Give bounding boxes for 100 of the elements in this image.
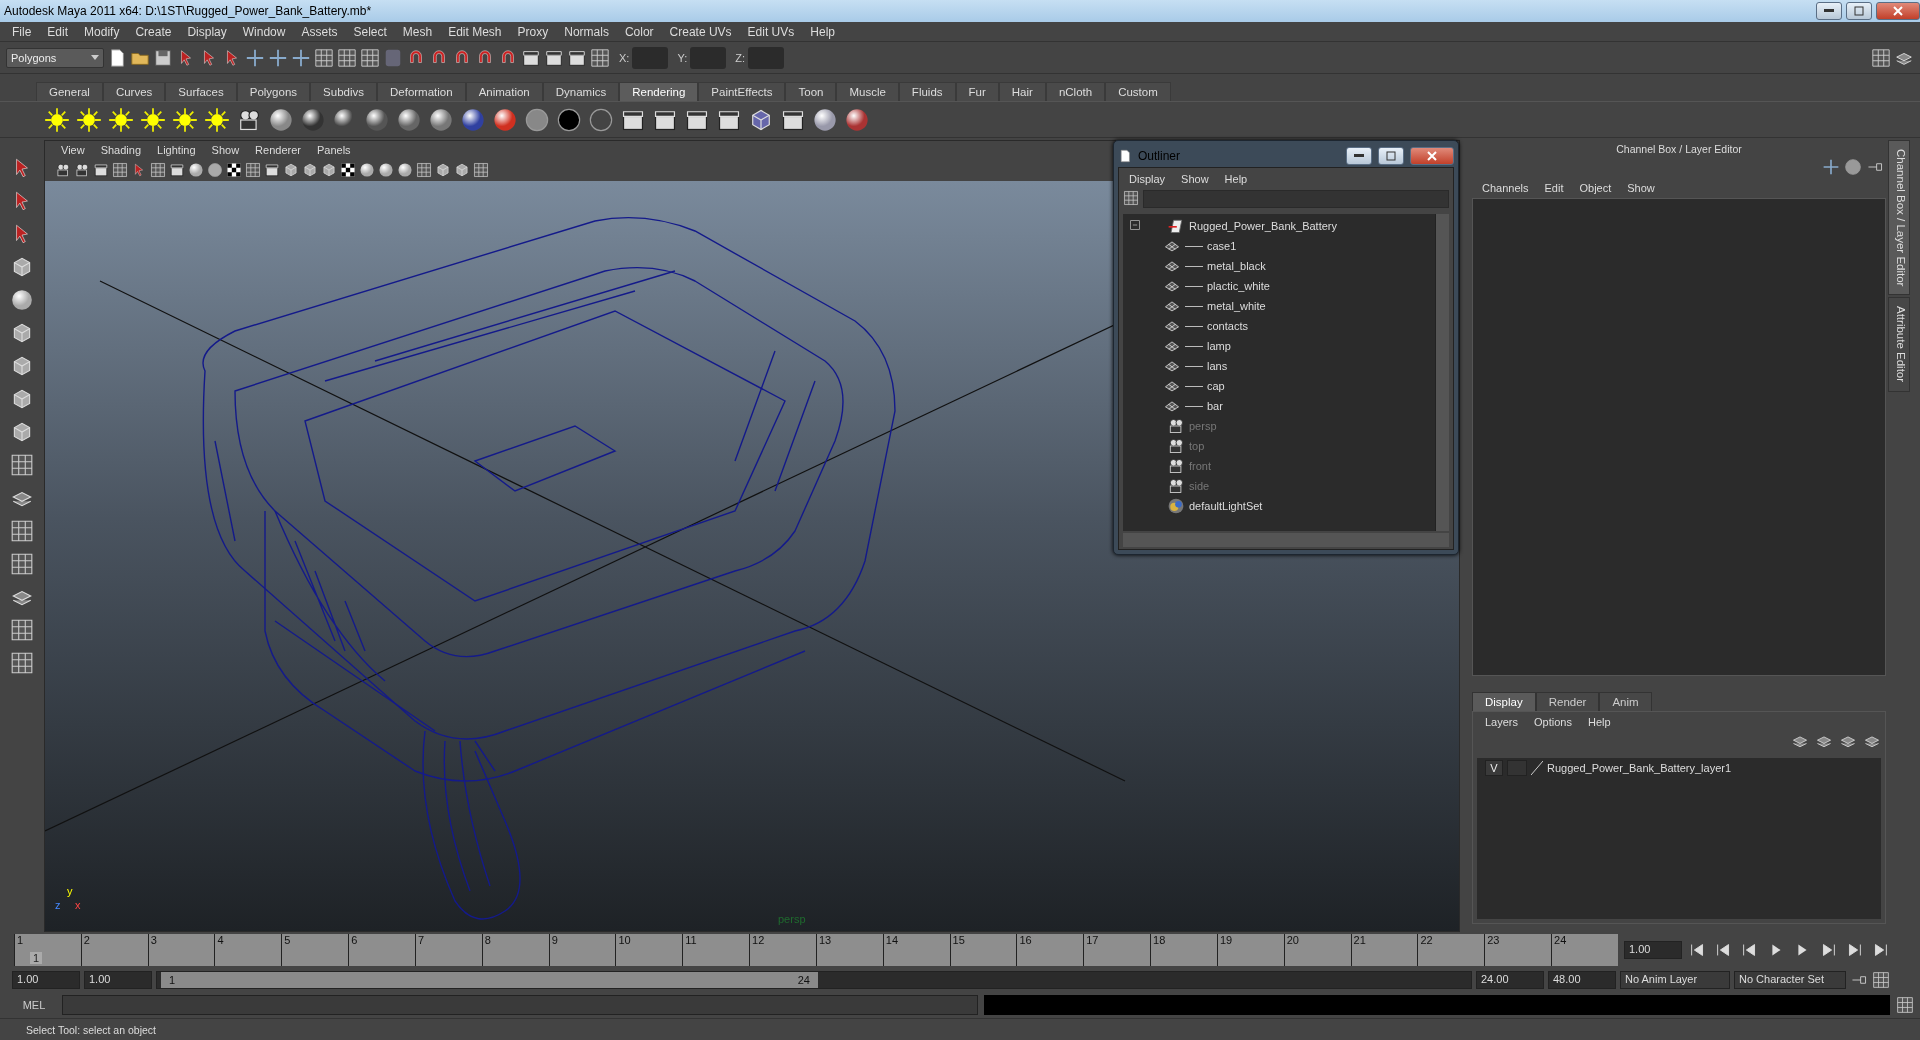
cube-icon[interactable]: [321, 162, 337, 178]
cube-icon[interactable]: [454, 162, 470, 178]
grid-icon[interactable]: [473, 162, 489, 178]
grid-icon[interactable]: [590, 47, 610, 68]
frame-ruler[interactable]: 1 2 3 4 5 6 7 8 9 10 11 12 13 14 15 16 17 18 19 20 21 22 23 24 1: [14, 934, 1618, 966]
sphere-icon[interactable]: [492, 106, 518, 133]
light-icon[interactable]: [172, 106, 198, 133]
maximize-button[interactable]: [1378, 147, 1404, 165]
camera-icon[interactable]: [1167, 457, 1185, 475]
mode-dropdown[interactable]: Polygons: [6, 47, 104, 68]
shelf-tab[interactable]: Curves: [102, 82, 166, 101]
minimize-button[interactable]: [1816, 2, 1842, 20]
grid-icon[interactable]: [10, 453, 34, 477]
grid-icon[interactable]: [1872, 971, 1890, 989]
circle-icon[interactable]: [524, 106, 550, 133]
file-icon[interactable]: [1118, 149, 1132, 163]
panel-menu-item[interactable]: Panels: [308, 144, 359, 156]
outliner-item[interactable]: defaultLightSet: [1189, 500, 1263, 512]
channel-menu-item[interactable]: Show: [1619, 182, 1663, 194]
sphere-icon[interactable]: [10, 288, 34, 312]
grid-icon[interactable]: [10, 651, 34, 675]
layer-tab[interactable]: Render: [1535, 692, 1600, 711]
light-icon[interactable]: [204, 106, 230, 133]
shelf-tab[interactable]: Dynamics: [542, 82, 620, 101]
layer-menu-item[interactable]: Layers: [1477, 716, 1527, 728]
command-input[interactable]: [62, 995, 978, 1015]
camera-icon[interactable]: [1167, 417, 1185, 435]
outliner-item[interactable]: plactic_white: [1207, 280, 1270, 292]
clapper-icon[interactable]: [169, 162, 185, 178]
menu-item[interactable]: Create UVs: [661, 24, 740, 39]
circle-icon[interactable]: [556, 106, 582, 133]
shelf-tab[interactable]: Fluids: [898, 82, 956, 101]
grid-icon[interactable]: [1896, 996, 1914, 1014]
shelf-tab[interactable]: Subdivs: [310, 82, 377, 101]
checker-icon[interactable]: [226, 162, 242, 178]
shelf-tab[interactable]: Animation: [465, 82, 543, 101]
character-set-dropdown[interactable]: No Character Set: [1734, 971, 1846, 989]
cube-icon[interactable]: [435, 162, 451, 178]
channel-menu-item[interactable]: Object: [1571, 182, 1620, 194]
menu-item[interactable]: File: [4, 24, 40, 39]
grid-icon[interactable]: [245, 162, 261, 178]
layer-tab[interactable]: Display: [1472, 692, 1536, 711]
channel-menu-item[interactable]: Edit: [1536, 182, 1572, 194]
grid-icon[interactable]: [416, 162, 432, 178]
checker-icon[interactable]: [340, 162, 356, 178]
outliner-item[interactable]: metal_white: [1207, 300, 1266, 312]
playback-end-field[interactable]: 24.00: [1476, 971, 1544, 989]
panel-menu-item[interactable]: Renderer: [247, 144, 309, 156]
outliner-item[interactable]: lamp: [1207, 340, 1231, 352]
outliner-item[interactable]: bar: [1207, 400, 1223, 412]
coordinate-field[interactable]: [690, 46, 727, 69]
menu-item[interactable]: Edit UVs: [739, 24, 803, 39]
menu-item[interactable]: Proxy: [509, 24, 557, 39]
panel-menu-item[interactable]: Shading: [92, 144, 150, 156]
sphere-icon[interactable]: [359, 162, 375, 178]
layer-name[interactable]: Rugged_Power_Bank_Battery_layer1: [1547, 762, 1732, 774]
light-icon[interactable]: [140, 106, 166, 133]
end-time-field[interactable]: 48.00: [1548, 971, 1616, 989]
menu-item[interactable]: Window: [234, 24, 294, 39]
camera-icon[interactable]: [74, 162, 90, 178]
shelf-tab[interactable]: Custom: [1105, 82, 1171, 101]
camera-icon[interactable]: [1167, 477, 1185, 495]
side-tab[interactable]: Attribute Editor: [1888, 297, 1910, 392]
sphere-icon[interactable]: [844, 106, 870, 133]
range-bar[interactable]: 1 24: [161, 972, 818, 988]
shelf-tab[interactable]: Fur: [955, 82, 999, 101]
cursor-plus-icon[interactable]: [291, 47, 311, 68]
menu-item[interactable]: Color: [616, 24, 662, 39]
outliner-item[interactable]: Rugged_Power_Bank_Battery: [1189, 220, 1337, 232]
shelf-tab[interactable]: Muscle: [836, 82, 899, 101]
panel-menu-item[interactable]: Show: [203, 144, 248, 156]
set-icon[interactable]: [1167, 497, 1185, 515]
circle-icon[interactable]: [1844, 158, 1862, 176]
anim-layer-dropdown[interactable]: No Anim Layer: [1620, 971, 1730, 989]
grid-icon[interactable]: [150, 162, 166, 178]
playback-start-field[interactable]: 1.00: [84, 971, 152, 989]
shelf-tab[interactable]: Surfaces: [165, 82, 237, 101]
cursor-plus-icon[interactable]: [245, 47, 265, 68]
menu-item[interactable]: Create: [127, 24, 180, 39]
coordinate-field[interactable]: [632, 46, 669, 69]
sphere-icon[interactable]: [268, 106, 294, 133]
cube-icon[interactable]: [283, 162, 299, 178]
menu-item[interactable]: Edit Mesh: [440, 24, 510, 39]
outliner-item[interactable]: case1: [1207, 240, 1237, 252]
menu-item[interactable]: Normals: [556, 24, 617, 39]
shelf-tab[interactable]: General: [36, 82, 103, 101]
shelf-tab[interactable]: nCloth: [1045, 82, 1106, 101]
command-language-label[interactable]: MEL: [12, 999, 56, 1011]
grid-icon[interactable]: [1123, 190, 1139, 206]
camera-icon[interactable]: [55, 162, 71, 178]
panel-menu-item[interactable]: View: [53, 144, 93, 156]
layer-menu-item[interactable]: Help: [1579, 716, 1619, 728]
menu-item[interactable]: Assets: [293, 24, 346, 39]
circle-icon[interactable]: [588, 106, 614, 133]
grid-icon[interactable]: [1871, 47, 1891, 68]
panel-menu-item[interactable]: Lighting: [149, 144, 204, 156]
maximize-button[interactable]: [1846, 2, 1872, 20]
grid-icon[interactable]: [10, 618, 34, 642]
layer-tab[interactable]: Anim: [1599, 692, 1652, 711]
sphere-icon[interactable]: [812, 106, 838, 133]
